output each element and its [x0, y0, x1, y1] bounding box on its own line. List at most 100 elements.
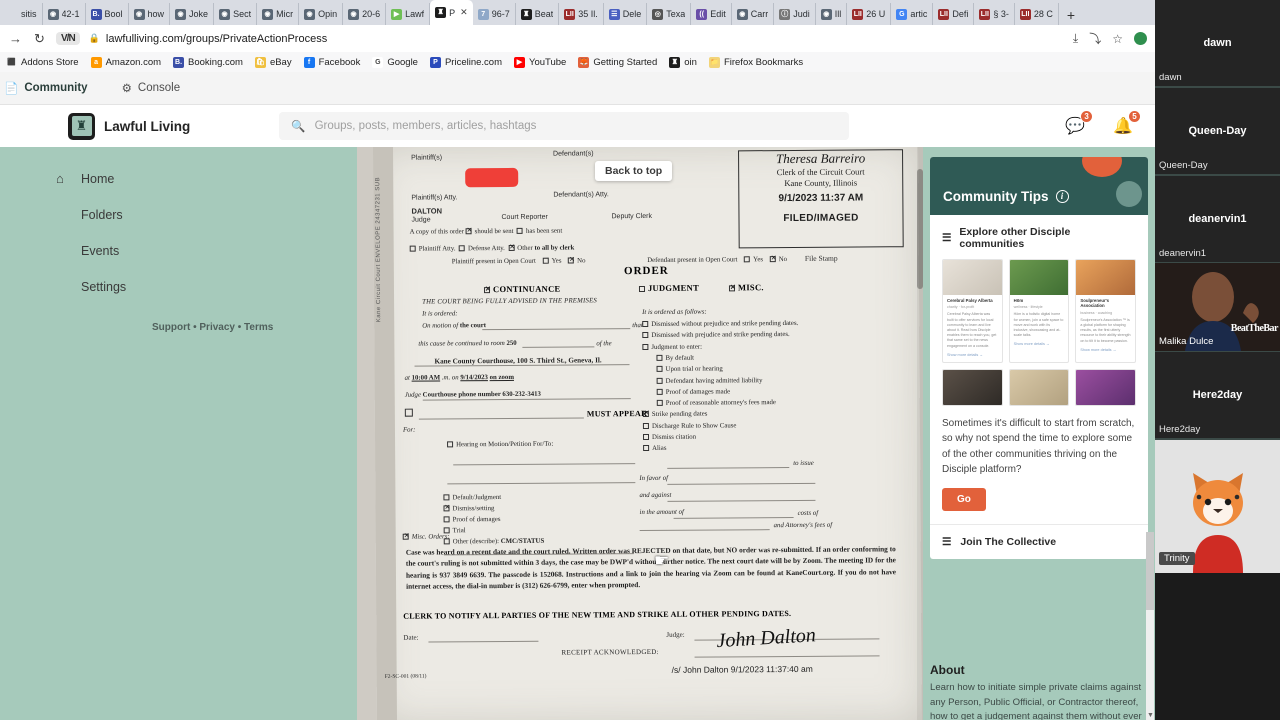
- participant-tile[interactable]: deanervin1 deanervin1: [1155, 176, 1280, 264]
- browser-tab[interactable]: ◉ 20-6: [343, 3, 387, 25]
- close-tab-icon[interactable]: ✕: [460, 7, 468, 18]
- bookmark-item[interactable]: a Amazon.com: [90, 56, 161, 68]
- participant-name: Queen-Day: [1159, 160, 1208, 171]
- new-tab-button[interactable]: +: [1059, 7, 1083, 25]
- community-card-subtitle: wellness · lifestyle: [1013, 305, 1043, 310]
- bookmark-item[interactable]: 🛍 eBay: [254, 56, 292, 68]
- sidebar-item-settings[interactable]: Settings: [81, 280, 126, 294]
- browser-tab[interactable]: ◉ Carr: [732, 3, 775, 25]
- tab-label: Carr: [750, 9, 769, 19]
- browser-window: sitis ◉ 42-1 B. Bool ◉ how ◉ Joke ◉ Sect ◉ Micr ◉ Opin…: [0, 0, 1280, 720]
- browser-tab[interactable]: LII 35 Il.: [559, 3, 604, 25]
- browser-tab[interactable]: Gartic: [891, 3, 934, 25]
- tab-favicon-icon: ◉: [348, 8, 360, 20]
- browser-tab[interactable]: ♜ P ✕: [430, 0, 473, 25]
- downloads-icon[interactable]: ⤓: [1073, 31, 1078, 46]
- back-icon[interactable]: →: [8, 31, 23, 46]
- sidebar-item-folders[interactable]: Folders: [81, 208, 123, 222]
- document-viewer[interactable]: Kane Circuit Court ENVELOPE 24347231 SUB…: [357, 147, 923, 720]
- bookmark-item[interactable]: B. Booking.com: [173, 56, 243, 68]
- browser-tab[interactable]: LII 26 U: [847, 3, 892, 25]
- chat-badge: 3: [1080, 110, 1094, 123]
- share-icon[interactable]: ⤵: [1089, 30, 1101, 47]
- extension-icon[interactable]: [1134, 32, 1147, 45]
- brand[interactable]: ♜ Lawful Living: [68, 112, 190, 140]
- address-bar[interactable]: 🔒 lawfulliving.com/groups/PrivateActionP…: [89, 33, 1064, 45]
- participant-tile[interactable]: Here2day Here2day: [1155, 352, 1280, 440]
- reload-icon[interactable]: ↻: [32, 31, 47, 47]
- browser-tab[interactable]: 7 96-7: [473, 3, 516, 25]
- tab-label: Micr: [276, 9, 294, 19]
- browser-tab[interactable]: B. Bool: [86, 3, 129, 25]
- participant-name: Trinity: [1159, 552, 1195, 565]
- community-card-link[interactable]: Show more details →: [1014, 342, 1065, 346]
- bookmark-favicon-icon: 🛍: [254, 56, 266, 68]
- bookmark-item[interactable]: ♜ oin: [669, 56, 697, 68]
- info-icon[interactable]: i: [1055, 189, 1069, 203]
- tab-favicon-icon: ◉: [736, 8, 748, 20]
- community-card[interactable]: Soulpreneur's Association business · coac…: [1075, 259, 1136, 363]
- browser-tab[interactable]: ◉ Ill: [816, 3, 848, 25]
- join-collective-row[interactable]: ☰ Join The Collective: [930, 523, 1148, 559]
- browser-tab[interactable]: ((Edit: [691, 3, 732, 25]
- nav-console[interactable]: ⚙ Console: [122, 81, 181, 95]
- fees-label: and Attorney's fees of: [773, 521, 833, 530]
- right-check-1: Dismissed with prejudice and strike pend…: [642, 331, 790, 339]
- browser-tab[interactable]: LII Defi: [933, 3, 975, 25]
- against-label: and against: [639, 491, 672, 500]
- browser-tab[interactable]: ◉ Joke: [170, 3, 215, 25]
- bookmark-item[interactable]: 📁 Firefox Bookmarks: [708, 56, 803, 68]
- clerk-title-line2: Kane County, Illinois: [784, 177, 858, 189]
- bookmark-item[interactable]: G Google: [372, 56, 418, 68]
- community-card[interactable]: [1008, 368, 1070, 406]
- browser-tab[interactable]: ♜ Beat: [516, 3, 560, 25]
- browser-tab[interactable]: LII 28 C: [1015, 3, 1059, 25]
- browser-tab[interactable]: ▶ Lawf: [386, 3, 431, 25]
- bookmark-item[interactable]: ⬛ Addons Store: [6, 57, 78, 68]
- community-card[interactable]: [1075, 368, 1136, 406]
- browser-tab[interactable]: ⓘ Judi: [774, 3, 816, 25]
- nav-community[interactable]: 📄 Community: [4, 81, 88, 95]
- browser-tab[interactable]: ☰ Dele: [604, 3, 648, 25]
- browser-tab[interactable]: ◉ Opin: [299, 3, 344, 25]
- left-check-1: Dismiss/setting: [443, 505, 494, 512]
- browser-tab[interactable]: ◉ 42-1: [43, 3, 86, 25]
- sidebar-item-home[interactable]: ⌂ Home: [56, 171, 114, 186]
- page-scrollbar[interactable]: ▼: [1146, 532, 1154, 720]
- browser-tab[interactable]: sitis: [2, 3, 43, 25]
- right-intro: It is ordered as follows:: [642, 308, 707, 317]
- search-input[interactable]: 🔍 Groups, posts, members, articles, hash…: [279, 112, 850, 140]
- participant-tile[interactable]: dawn dawn: [1155, 0, 1280, 88]
- participant-tile[interactable]: BeatTheBar Malika Dulce: [1155, 263, 1280, 352]
- community-card-link[interactable]: Show more details →: [1080, 348, 1131, 352]
- video-rail-background-fill: [0, 533, 125, 720]
- tab-favicon-icon: LII: [938, 8, 950, 20]
- bookmark-item[interactable]: P Priceline.com: [429, 56, 502, 68]
- browser-tab[interactable]: ◉ how: [129, 3, 171, 25]
- notifications-button[interactable]: 🔔 5: [1113, 110, 1141, 136]
- bookmark-item[interactable]: 🦊 Getting Started: [578, 56, 657, 68]
- vpn-badge[interactable]: V/N: [56, 32, 80, 45]
- back-to-top-button[interactable]: Back to top: [595, 161, 673, 181]
- bookmark-item[interactable]: f Facebook: [303, 56, 360, 68]
- community-card[interactable]: Höm wellness · lifestyle Höm is a holistic…: [1008, 259, 1070, 363]
- community-card-link[interactable]: Show more details →: [947, 353, 998, 357]
- about-heading: About: [930, 663, 965, 677]
- messages-button[interactable]: 💬 3: [1065, 110, 1094, 136]
- go-button[interactable]: Go: [942, 487, 986, 511]
- browser-tab[interactable]: ◎ Texa: [647, 3, 692, 25]
- bookmark-star-icon[interactable]: ☆: [1112, 32, 1123, 46]
- community-tips-title: Community Tips i: [943, 189, 1069, 204]
- browser-tab[interactable]: LII § 3-: [974, 3, 1015, 25]
- sidebar-footer-links[interactable]: Support • Privacy • Terms: [152, 322, 273, 333]
- bookmark-item[interactable]: ▶ YouTube: [514, 56, 567, 68]
- browser-tab[interactable]: ◉ Sect: [214, 3, 258, 25]
- browser-tab[interactable]: ◉ Micr: [257, 3, 300, 25]
- community-card-thumbnail: [943, 369, 1002, 405]
- community-card[interactable]: Cerebral Palsy Alberta charity · for-prof…: [942, 259, 1003, 363]
- participant-tile[interactable]: Trinity: [1155, 440, 1280, 573]
- participant-tile[interactable]: Queen-Day Queen-Day: [1155, 88, 1280, 176]
- community-card[interactable]: [942, 368, 1003, 406]
- sidebar-item-events[interactable]: Events: [81, 244, 119, 258]
- bookmark-label: YouTube: [529, 56, 567, 68]
